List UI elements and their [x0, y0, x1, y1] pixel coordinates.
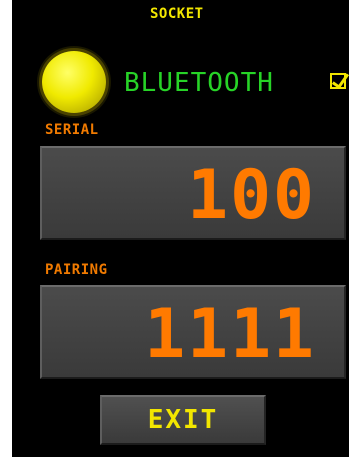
- screen-title: SOCKET: [150, 6, 204, 22]
- bluetooth-checkbox[interactable]: [330, 73, 346, 89]
- pairing-value-field[interactable]: 1111: [40, 285, 346, 379]
- socket-screen: SOCKET BLUETOOTH SERIAL 100 PAIRING 1111…: [12, 0, 349, 457]
- exit-button[interactable]: EXIT: [100, 395, 266, 445]
- serial-value: 100: [187, 156, 316, 235]
- bluetooth-label: BLUETOOTH: [124, 68, 274, 98]
- pairing-label: PAIRING: [45, 262, 108, 278]
- serial-label: SERIAL: [45, 122, 99, 138]
- pairing-value: 1111: [144, 295, 316, 374]
- exit-button-label: EXIT: [147, 405, 219, 435]
- bluetooth-status-led-icon: [42, 51, 106, 113]
- serial-value-field[interactable]: 100: [40, 146, 346, 240]
